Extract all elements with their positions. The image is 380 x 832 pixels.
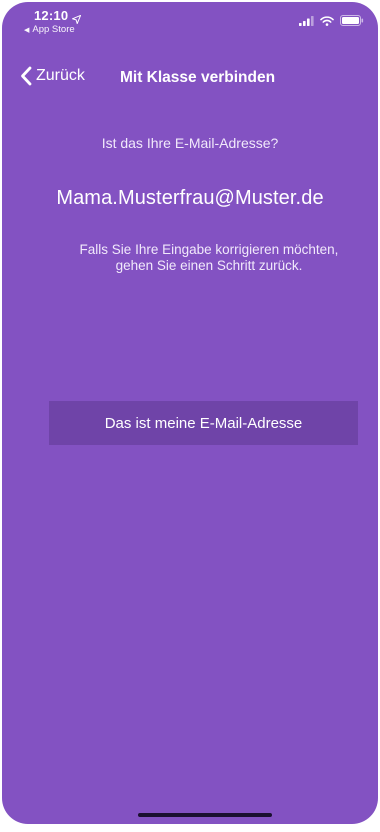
wifi-icon <box>320 13 334 31</box>
status-bar: 12:10 ◀ App Store <box>2 2 378 56</box>
status-time: 12:10 <box>34 8 69 23</box>
back-triangle-icon: ◀ <box>24 26 30 34</box>
confirm-email-button[interactable]: Das ist meine E-Mail-Adresse <box>49 401 358 445</box>
correction-hint: Falls Sie Ihre Eingabe korrigieren möcht… <box>79 242 339 273</box>
status-indicators <box>299 13 364 31</box>
battery-icon <box>340 13 364 31</box>
back-to-app-label: App Store <box>32 24 75 35</box>
phone-screen: 12:10 ◀ App Store Zurück Mit Klasse verb… <box>2 2 378 824</box>
location-arrow-icon <box>72 11 82 25</box>
cellular-signal-icon <box>299 13 314 31</box>
status-time-group: 12:10 <box>34 8 82 25</box>
chevron-left-icon <box>20 66 32 86</box>
back-button[interactable]: Zurück <box>20 66 85 86</box>
back-to-app-store[interactable]: ◀ App Store <box>24 24 75 35</box>
email-question: Ist das Ihre E-Mail-Adresse? <box>101 135 279 151</box>
back-button-label: Zurück <box>36 67 85 84</box>
email-address: Mama.Musterfrau@Muster.de <box>56 187 324 209</box>
navigation-bar: Zurück Mit Klasse verbinden <box>2 64 378 94</box>
home-indicator[interactable] <box>138 813 272 817</box>
page-title: Mit Klasse verbinden <box>120 69 276 86</box>
